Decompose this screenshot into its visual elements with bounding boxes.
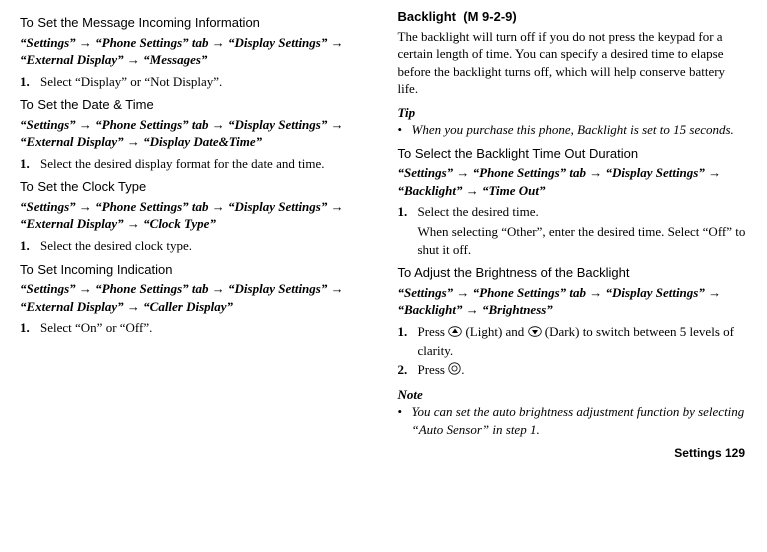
step-text-post: . <box>461 362 464 377</box>
section-title: To Set the Date & Time <box>20 96 370 114</box>
step-text: Select the desired clock type. <box>40 237 370 255</box>
nav-path: “Settings” → “Phone Settings” tab → “Dis… <box>20 34 370 69</box>
step-text: Select the desired display format for th… <box>40 155 370 173</box>
step-text-pre: Press <box>418 324 449 339</box>
step-number: 2. <box>398 361 418 380</box>
section-title: To Set the Message Incoming Information <box>20 14 370 32</box>
step-number: 1. <box>20 237 40 255</box>
tip-label: Tip <box>398 104 748 122</box>
section-title: To Adjust the Brightness of the Backligh… <box>398 264 748 282</box>
section-title-bold: Backlight <box>398 9 457 24</box>
step-number: 1. <box>20 73 40 91</box>
page-columns: To Set the Message Incoming Information … <box>0 0 767 439</box>
center-key-icon <box>448 362 461 380</box>
up-key-icon <box>448 324 462 342</box>
step-row: 1. Select the desired clock type. <box>20 237 370 255</box>
note-bullet: • You can set the auto brightness adjust… <box>398 403 748 438</box>
nav-path: “Settings” → “Phone Settings” tab → “Dis… <box>20 280 370 315</box>
step-text: Select “Display” or “Not Display”. <box>40 73 370 91</box>
step-number: 1. <box>398 323 418 359</box>
bullet-dot: • <box>398 121 412 139</box>
step-row: 1. Select the desired time. <box>398 203 748 221</box>
step-text-mid: (Light) and <box>462 324 527 339</box>
nav-path: “Settings” → “Phone Settings” tab → “Dis… <box>20 116 370 151</box>
down-key-icon <box>528 324 542 342</box>
step-number: 1. <box>20 155 40 173</box>
right-column: Backlight (M 9-2-9) The backlight will t… <box>398 8 748 439</box>
step-text-pre: Press <box>418 362 449 377</box>
step-row: 1. Select “Display” or “Not Display”. <box>20 73 370 91</box>
nav-path: “Settings” → “Phone Settings” tab → “Dis… <box>398 164 748 199</box>
page-footer: Settings 129 <box>0 439 767 461</box>
tip-text: When you purchase this phone, Backlight … <box>412 121 734 139</box>
left-column: To Set the Message Incoming Information … <box>20 8 370 439</box>
section-title: To Set the Clock Type <box>20 178 370 196</box>
section-title: To Set Incoming Indication <box>20 261 370 279</box>
note-label: Note <box>398 386 748 404</box>
step-text: Select the desired time. <box>418 203 748 221</box>
step-text: Select “On” or “Off”. <box>40 319 370 337</box>
tip-bullet: • When you purchase this phone, Backligh… <box>398 121 748 139</box>
backlight-heading-line: Backlight (M 9-2-9) <box>398 8 748 26</box>
paragraph: The backlight will turn off if you do no… <box>398 28 748 98</box>
step-number: 1. <box>398 203 418 221</box>
menu-code: (M 9-2-9) <box>463 9 516 24</box>
step-row: 1. Select the desired display format for… <box>20 155 370 173</box>
step-row: 2. Press . <box>398 361 748 380</box>
step-number: 1. <box>20 319 40 337</box>
nav-path: “Settings” → “Phone Settings” tab → “Dis… <box>398 284 748 319</box>
nav-path: “Settings” → “Phone Settings” tab → “Dis… <box>20 198 370 233</box>
note-text: You can set the auto brightness adjustme… <box>412 403 748 438</box>
section-title: To Select the Backlight Time Out Duratio… <box>398 145 748 163</box>
step-row: 1. Select “On” or “Off”. <box>20 319 370 337</box>
step-row: 1. Press (Light) and (Dark) to switch be… <box>398 323 748 359</box>
bullet-dot: • <box>398 403 412 438</box>
step-text: Press . <box>418 361 748 380</box>
step-text: Press (Light) and (Dark) to switch betwe… <box>418 323 748 359</box>
step-subtext: When selecting “Other”, enter the desire… <box>418 223 748 258</box>
